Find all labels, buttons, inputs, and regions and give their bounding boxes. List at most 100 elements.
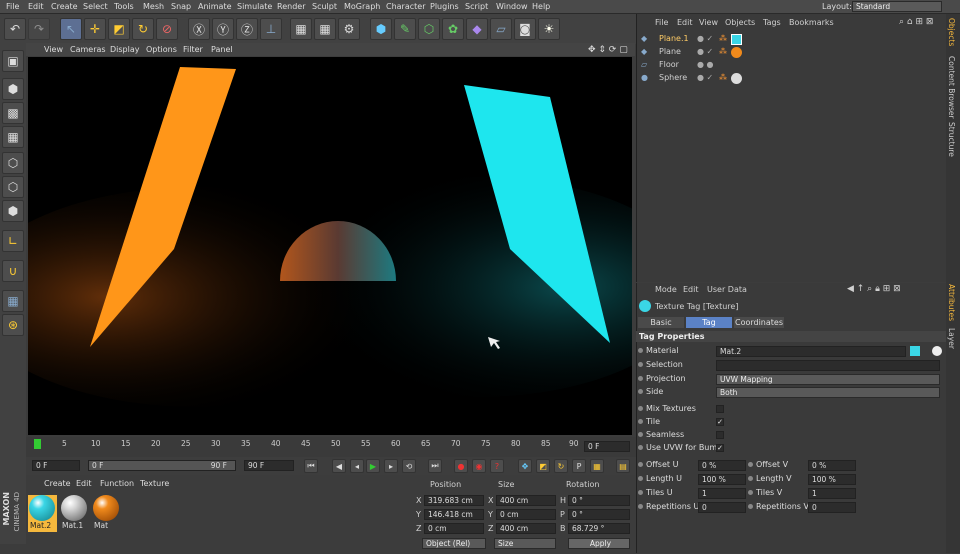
material-menu-create[interactable]: Create (44, 479, 71, 488)
visibility-dots-icon[interactable]: ● ● (697, 60, 714, 69)
material-field[interactable]: Mat.2 (716, 346, 906, 357)
side-tab-structure[interactable]: Structure (947, 122, 956, 157)
visibility-dots-icon[interactable]: ● ✓ (697, 34, 713, 43)
menu-mograph[interactable]: MoGraph (344, 2, 380, 11)
menu-mesh[interactable]: Mesh (143, 2, 164, 11)
timeline-window-icon[interactable]: ▤ (616, 459, 630, 473)
menu-sculpt[interactable]: Sculpt (312, 2, 337, 11)
rotation-b-field[interactable]: 68.729 ° (568, 523, 630, 534)
length-v-field[interactable]: 100 % (808, 474, 856, 485)
floor-icon[interactable]: ▱ (490, 18, 512, 40)
keyframe-selection-icon[interactable]: ? (490, 459, 504, 473)
key-position-icon[interactable]: ✥ (518, 459, 532, 473)
objmgr-menu-bookmarks[interactable]: Bookmarks (789, 18, 834, 27)
make-editable-icon[interactable]: ▣ (2, 50, 24, 72)
workplane-icon[interactable]: ▦ (2, 290, 24, 312)
attr-menu-mode[interactable]: Mode (655, 285, 677, 294)
tiles-u-field[interactable]: 1 (698, 488, 746, 499)
z-axis-icon[interactable]: Ⓩ (236, 18, 258, 40)
light-icon[interactable]: ☀ (538, 18, 560, 40)
material-menu-texture[interactable]: Texture (140, 479, 169, 488)
seamless-checkbox[interactable] (716, 431, 724, 439)
texture-tag-icon[interactable] (731, 73, 742, 84)
use-uvw-bump-checkbox[interactable]: ✓ (716, 444, 724, 452)
recent-tools-icon[interactable]: ⊘ (156, 18, 178, 40)
menu-tools[interactable]: Tools (114, 2, 134, 11)
attr-nav-icon[interactable]: ◀ ↑ ⌕ 🔒︎ ⊞ ⊠ (847, 284, 901, 294)
scale-icon[interactable]: ◩ (108, 18, 130, 40)
viewport-menu-panel[interactable]: Panel (211, 45, 233, 54)
tiles-v-field[interactable]: 1 (808, 488, 856, 499)
objmgr-menu-view[interactable]: View (699, 18, 718, 27)
key-scale-icon[interactable]: ◩ (536, 459, 550, 473)
viewport-nav-icon[interactable]: ✥ ⇕ ⟳ ▢ (588, 45, 628, 55)
menu-window[interactable]: Window (496, 2, 528, 11)
previous-frame-icon[interactable]: ◂ (350, 459, 364, 473)
repetitions-u-field[interactable]: 0 (698, 502, 746, 513)
size-z-field[interactable]: 400 cm (496, 523, 556, 534)
tile-checkbox[interactable]: ✓ (716, 418, 724, 426)
move-icon[interactable]: ✛ (84, 18, 106, 40)
cube-icon[interactable]: ⬢ (370, 18, 392, 40)
objmgr-menu-edit[interactable]: Edit (677, 18, 693, 27)
model-mode-icon[interactable]: ⬢ (2, 78, 24, 100)
size-mode-select[interactable]: Size (494, 538, 556, 549)
offset-v-field[interactable]: 0 % (808, 460, 856, 471)
record-icon[interactable]: ● (454, 459, 468, 473)
repetitions-v-field[interactable]: 0 (808, 502, 856, 513)
visibility-dots-icon[interactable]: ● ✓ (697, 73, 713, 82)
render-view-icon[interactable]: ▦ (290, 18, 312, 40)
y-axis-icon[interactable]: Ⓨ (212, 18, 234, 40)
axis-mode-icon[interactable]: ∟ (2, 230, 24, 252)
material-swatch[interactable]: Mat (92, 495, 121, 532)
go-to-start-icon[interactable]: ⏮ (304, 459, 318, 473)
cloner-icon[interactable]: ✿ (442, 18, 464, 40)
object-row[interactable]: ◆ Plane ● ✓ ⁂ (641, 47, 941, 59)
viewport-menu-options[interactable]: Options (146, 45, 177, 54)
timeline-end-field[interactable]: 0 F (584, 441, 630, 452)
material-menu-function[interactable]: Function (100, 479, 134, 488)
polygons-mode-icon[interactable]: ⬢ (2, 200, 24, 222)
deformer-icon[interactable]: ◆ (466, 18, 488, 40)
object-row[interactable]: ◆ Plane.1 ● ✓ ⁂ (641, 34, 941, 46)
side-tab-content-browser[interactable]: Content Browser (947, 56, 956, 119)
objmgr-menu-objects[interactable]: Objects (725, 18, 755, 27)
viewport-menu-filter[interactable]: Filter (183, 45, 203, 54)
mix-textures-checkbox[interactable] (716, 405, 724, 413)
coordinate-system-icon[interactable]: ⊥ (260, 18, 282, 40)
tab-basic[interactable]: Basic (638, 317, 684, 328)
key-rotation-icon[interactable]: ↻ (554, 459, 568, 473)
autokey-icon[interactable]: ◉ (472, 459, 486, 473)
visibility-dots-icon[interactable]: ● ✓ (697, 47, 713, 56)
layout-select[interactable]: Standard (852, 1, 942, 12)
object-row[interactable]: ▱ Floor ● ● (641, 60, 941, 72)
menu-plugins[interactable]: Plugins (430, 2, 459, 11)
viewport-menu-display[interactable]: Display (110, 45, 140, 54)
tab-tag[interactable]: Tag (686, 317, 732, 328)
current-frame-field[interactable]: 0 F (32, 460, 80, 471)
points-mode-icon[interactable]: ⬡ (2, 152, 24, 174)
menu-help[interactable]: Help (532, 2, 550, 11)
objmgr-menu-tags[interactable]: Tags (763, 18, 781, 27)
render-settings-icon[interactable]: ⚙ (338, 18, 360, 40)
material-swatch[interactable]: Mat.2 (28, 495, 57, 532)
key-pla-icon[interactable]: ▦ (590, 459, 604, 473)
menu-animate[interactable]: Animate (198, 2, 232, 11)
material-link-icon[interactable] (932, 346, 942, 356)
phong-tag-icon[interactable]: ⁂ (719, 47, 727, 56)
length-u-field[interactable]: 100 % (698, 474, 746, 485)
texture-tag-icon[interactable] (731, 47, 742, 58)
menu-file[interactable]: File (6, 2, 19, 11)
previous-key-icon[interactable]: ◀ (332, 459, 346, 473)
side-select[interactable]: Both (716, 387, 940, 398)
menu-create[interactable]: Create (51, 2, 78, 11)
render-picture-viewer-icon[interactable]: ▦ (314, 18, 336, 40)
side-tab-attributes[interactable]: Attributes (947, 284, 956, 321)
viewport-menu-view[interactable]: View (44, 45, 63, 54)
play-icon[interactable]: ▶ (366, 459, 380, 473)
frame-range-slider[interactable]: 0 F 90 F (88, 460, 236, 471)
offset-u-field[interactable]: 0 % (698, 460, 746, 471)
rotation-h-field[interactable]: 0 ° (568, 495, 630, 506)
size-x-field[interactable]: 400 cm (496, 495, 556, 506)
size-y-field[interactable]: 0 cm (496, 509, 556, 520)
